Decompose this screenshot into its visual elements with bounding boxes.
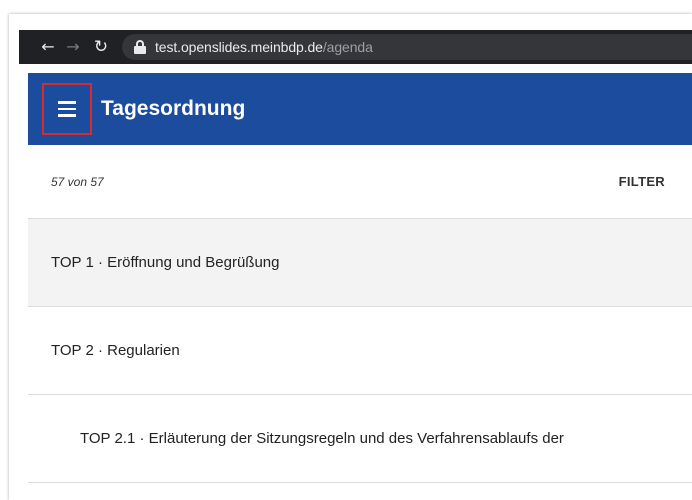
- back-arrow-icon[interactable]: ←: [37, 30, 59, 64]
- list-item-label: TOP 2.1 · Erläuterung der Sitzungsregeln…: [80, 430, 564, 447]
- browser-address-bar: ← → ↻ test.openslides.meinbdp.de/agenda: [19, 30, 692, 64]
- reload-icon[interactable]: ↻: [90, 30, 112, 64]
- lock-icon: [134, 40, 146, 54]
- forward-arrow-icon[interactable]: →: [62, 30, 84, 64]
- hamburger-menu-icon[interactable]: [42, 83, 92, 135]
- filter-button[interactable]: FILTER: [619, 174, 665, 189]
- app-toolbar: Tagesordnung: [28, 73, 692, 145]
- list-item[interactable]: TOP 2 · Regularien: [28, 307, 692, 395]
- list-item[interactable]: TOP 1 · Eröffnung und Begrüßung: [28, 219, 692, 307]
- url-path: /agenda: [322, 39, 373, 55]
- page-title: Tagesordnung: [101, 97, 246, 120]
- item-count: 57 von 57: [51, 174, 104, 189]
- agenda-list: 57 von 57 FILTER TOP 1 · Eröffnung und B…: [28, 145, 692, 500]
- filter-bar: 57 von 57 FILTER: [28, 145, 692, 219]
- url-field[interactable]: test.openslides.meinbdp.de/agenda: [122, 34, 692, 60]
- list-item-label: TOP 1 · Eröffnung und Begrüßung: [51, 254, 280, 271]
- url-text: test.openslides.meinbdp.de/agenda: [155, 39, 373, 55]
- list-item[interactable]: TOP 2.1 · Erläuterung der Sitzungsregeln…: [28, 395, 692, 483]
- list-item-label: TOP 2 · Regularien: [51, 342, 180, 359]
- url-host: test.openslides.meinbdp.de: [155, 39, 323, 55]
